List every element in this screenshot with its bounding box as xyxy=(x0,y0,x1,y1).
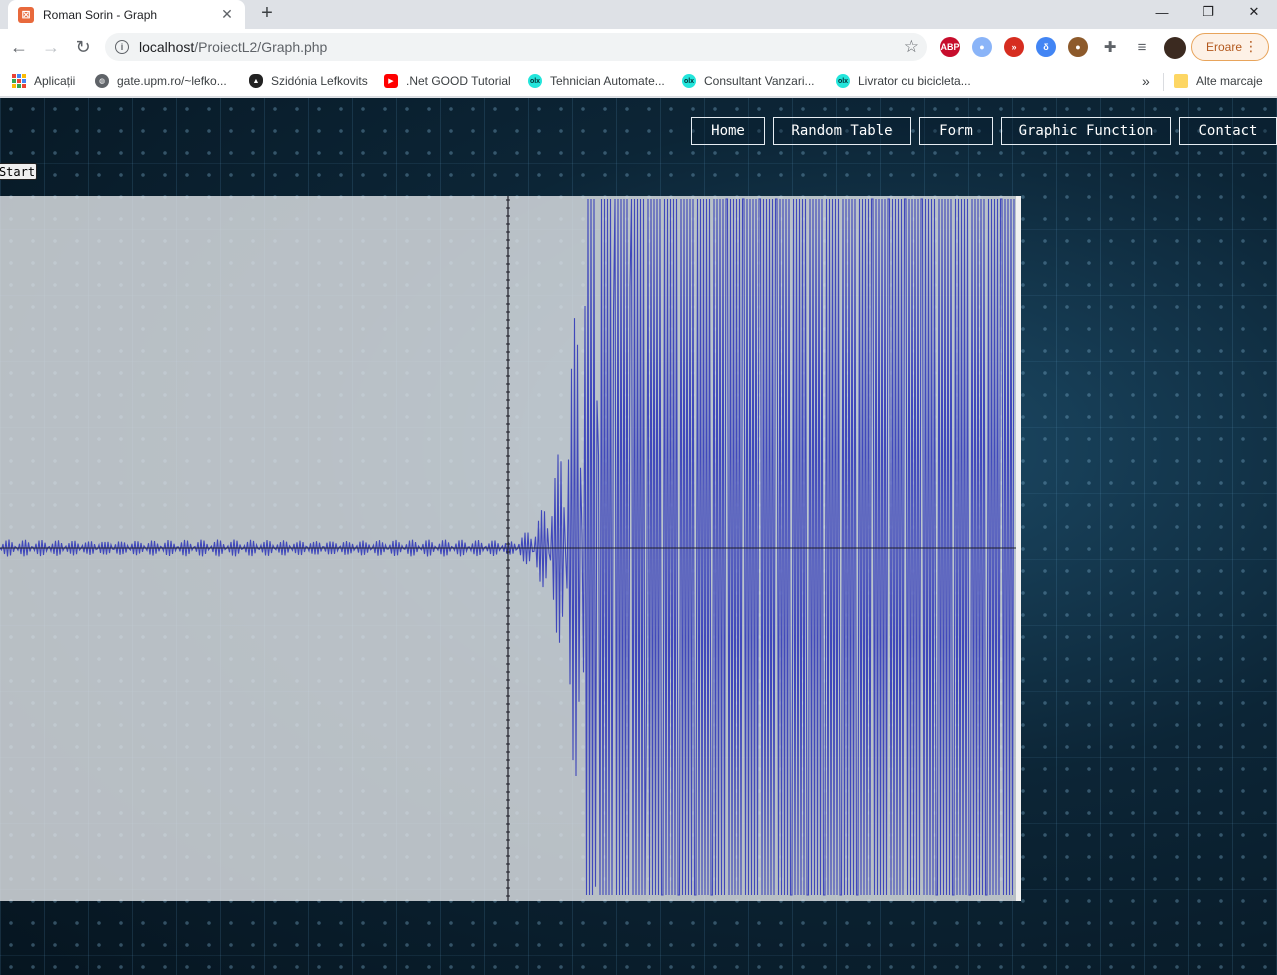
adblock-plus-icon[interactable]: ABP xyxy=(940,37,960,57)
screen-recorder-icon[interactable]: ● xyxy=(972,37,992,57)
graph-canvas xyxy=(0,196,1021,901)
browser-tab[interactable]: ⊠ Roman Sorin - Graph ✕ xyxy=(8,0,245,29)
apps-grid-icon xyxy=(12,74,26,88)
address-bar[interactable]: i localhost/ProiectL2/Graph.php ☆ xyxy=(105,33,927,61)
nav-contact[interactable]: Contact xyxy=(1179,117,1277,145)
bookmark-label: Livrator cu bicicleta... xyxy=(858,74,971,88)
browser-menu-icon[interactable]: ⋮ xyxy=(1244,39,1258,53)
profile-avatar[interactable] xyxy=(1164,37,1186,59)
bookmark-label: Alte marcaje xyxy=(1196,74,1263,88)
bookmark-apps[interactable]: Aplicații xyxy=(12,71,75,91)
bookmark-olx-tehnician[interactable]: olx Tehnician Automate... xyxy=(528,71,665,91)
function-plot xyxy=(0,196,1021,901)
bookmarks-overflow-icon[interactable]: » xyxy=(1142,71,1150,91)
restore-window-icon[interactable]: ❐ xyxy=(1185,0,1231,24)
close-window-icon[interactable]: ✕ xyxy=(1231,0,1277,24)
bookmark-label: Consultant Vanzari... xyxy=(704,74,815,88)
translator-icon[interactable]: δ xyxy=(1036,37,1056,57)
start-button[interactable]: Start xyxy=(0,163,37,180)
site-info-icon[interactable]: i xyxy=(115,40,129,54)
browser-toolbar: ← → ↻ i localhost/ProiectL2/Graph.php ☆ … xyxy=(0,29,1277,65)
xampp-favicon-icon: ⊠ xyxy=(18,6,34,23)
forward-arrow-icon[interactable]: → xyxy=(39,35,63,59)
nav-form[interactable]: Form xyxy=(919,117,993,145)
profile-error-button[interactable]: Eroare ⋮ xyxy=(1191,33,1269,61)
folder-icon xyxy=(1174,74,1188,88)
media-queue-icon[interactable]: ≡ xyxy=(1132,37,1152,57)
tab-strip: ⊠ Roman Sorin - Graph ✕ + — ❐ ✕ xyxy=(0,0,1277,29)
url-path: /ProiectL2/Graph.php xyxy=(194,39,328,55)
bookmark-olx-livrator[interactable]: olx Livrator cu bicicleta... xyxy=(836,71,971,91)
minimize-window-icon[interactable]: — xyxy=(1139,0,1185,24)
cookie-icon[interactable]: ● xyxy=(1068,37,1088,57)
close-tab-icon[interactable]: ✕ xyxy=(219,6,235,23)
back-arrow-icon[interactable]: ← xyxy=(7,35,31,59)
bookmark-label: Szidónia Lefkovits xyxy=(271,74,368,88)
bookmarks-separator xyxy=(1163,73,1164,91)
bookmark-net-tutorial[interactable]: ▶ .Net GOOD Tutorial xyxy=(384,71,511,91)
nav-random-table[interactable]: Random Table xyxy=(773,117,911,145)
bookmark-szidonia[interactable]: ▲ Szidónia Lefkovits xyxy=(249,71,368,91)
nav-home[interactable]: Home xyxy=(691,117,765,145)
new-tab-icon[interactable]: + xyxy=(256,2,278,24)
youtube-icon: ▶ xyxy=(384,74,398,88)
olx-icon: olx xyxy=(836,74,850,88)
video-speed-icon[interactable]: » xyxy=(1004,37,1024,57)
globe-icon: ◍ xyxy=(95,74,109,88)
bookmark-gate-upm[interactable]: ◍ gate.upm.ro/~lefko... xyxy=(95,71,227,91)
bookmark-olx-consultant[interactable]: olx Consultant Vanzari... xyxy=(682,71,815,91)
nav-graphic-function[interactable]: Graphic Function xyxy=(1001,117,1171,145)
extensions-puzzle-icon[interactable]: ✚ xyxy=(1100,37,1120,57)
bookmark-other-folder[interactable]: Alte marcaje xyxy=(1174,71,1263,91)
bookmark-label: Tehnician Automate... xyxy=(550,74,665,88)
olx-icon: olx xyxy=(528,74,542,88)
reload-icon[interactable]: ↻ xyxy=(71,35,95,59)
bookmark-label: gate.upm.ro/~lefko... xyxy=(117,74,227,88)
linux-penguin-icon: ▲ xyxy=(249,74,263,88)
bookmark-label: Aplicații xyxy=(34,74,76,88)
bookmark-star-icon[interactable]: ☆ xyxy=(904,37,919,57)
bookmark-label: .Net GOOD Tutorial xyxy=(406,74,511,88)
tab-title: Roman Sorin - Graph xyxy=(43,7,158,22)
profile-error-label: Eroare xyxy=(1206,40,1243,54)
url-host: localhost xyxy=(139,39,195,55)
page-viewport: Home Random Table Form Graphic Function … xyxy=(0,98,1277,975)
graph-right-border xyxy=(1016,196,1021,901)
olx-icon: olx xyxy=(682,74,696,88)
bookmarks-bar: Aplicații ◍ gate.upm.ro/~lefko... ▲ Szid… xyxy=(0,65,1277,97)
